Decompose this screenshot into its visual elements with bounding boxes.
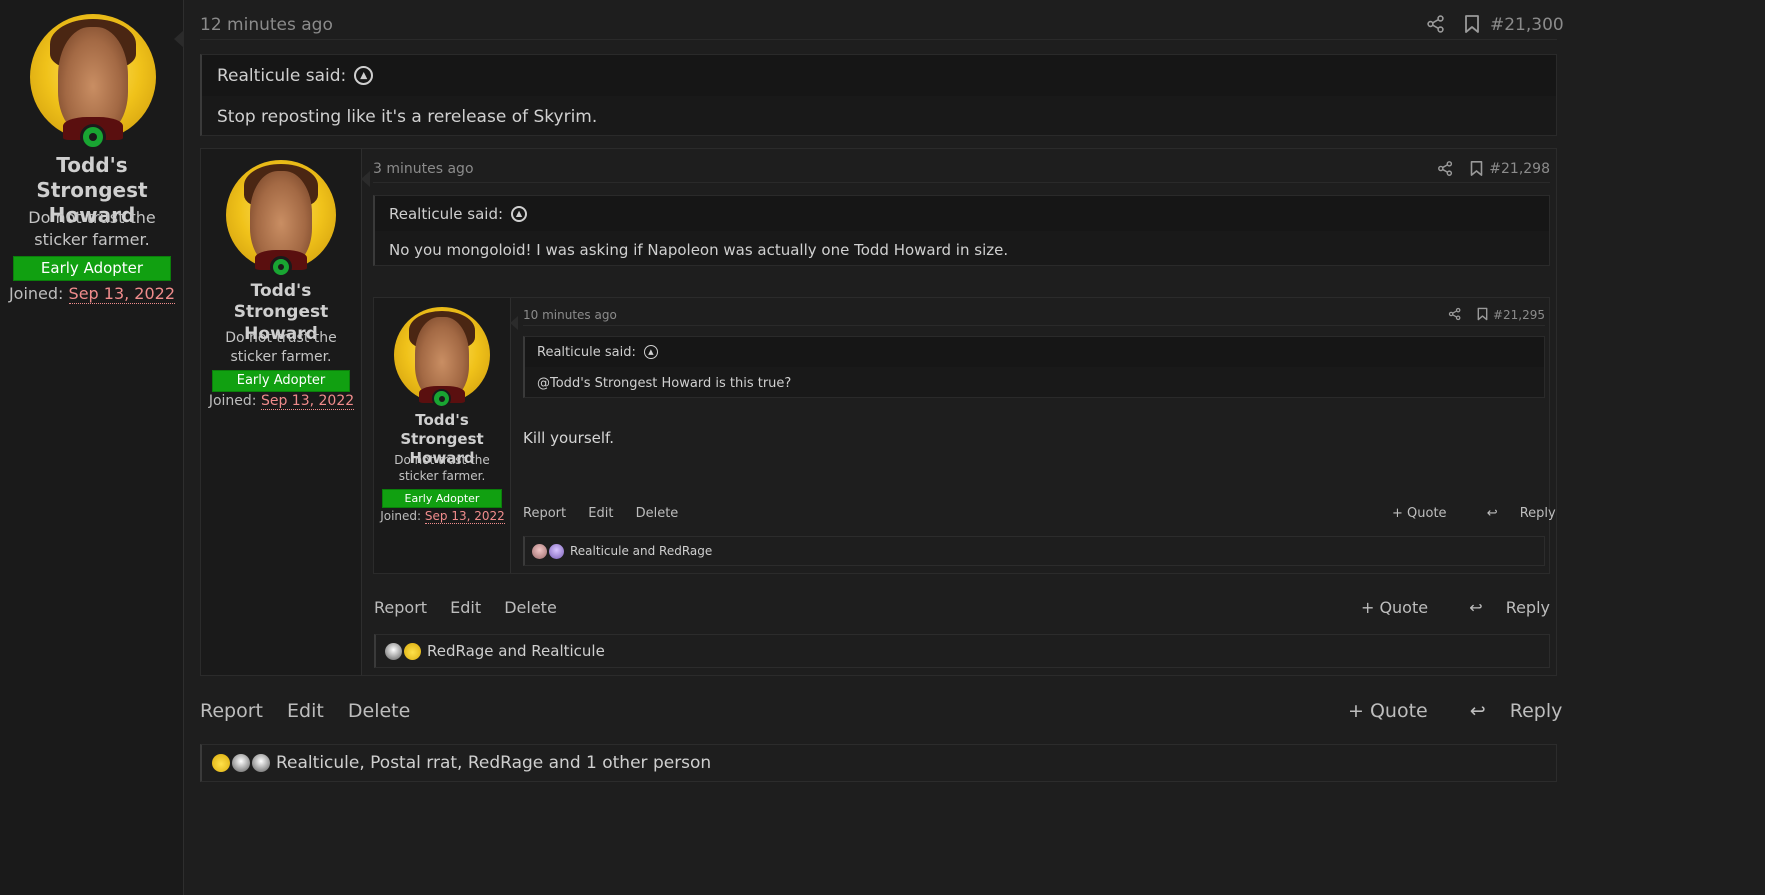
post-actions: Report Edit Delete xyxy=(200,700,428,722)
online-status-icon xyxy=(270,256,292,278)
user-sidebar: Todd's Strongest Howard Do not trust the… xyxy=(0,0,184,895)
quote-text: No you mongoloid! I was asking if Napole… xyxy=(389,241,1009,259)
post-number[interactable]: #21,295 xyxy=(1489,308,1545,322)
edit-button[interactable]: Edit xyxy=(450,598,481,617)
delete-button[interactable]: Delete xyxy=(504,598,557,617)
user-title: Do not trust the sticker farmer. xyxy=(225,330,337,365)
post-divider xyxy=(523,325,1545,326)
post-time[interactable]: 10 minutes ago xyxy=(523,308,617,322)
sidebar-pointer xyxy=(510,316,518,330)
user-sidebar: Todd's Strongest Howard Do not trust the… xyxy=(374,298,511,573)
quote-author[interactable]: Realticule said: xyxy=(537,345,636,360)
reactions-bar[interactable]: RedRage and Realticule xyxy=(374,634,1550,668)
quote-text: @Todd's Strongest Howard is this true? xyxy=(537,376,792,391)
online-status-icon xyxy=(80,124,106,150)
delete-button[interactable]: Delete xyxy=(348,700,410,722)
bookmark-icon[interactable] xyxy=(1469,160,1484,177)
post-message: Kill yourself. xyxy=(523,429,615,447)
quote-author[interactable]: Realticule said: xyxy=(389,205,503,223)
joined-date[interactable]: Sep 13, 2022 xyxy=(68,284,176,304)
reply-button[interactable]: ↩ Reply xyxy=(1451,598,1550,617)
reactions-text[interactable]: Realticule, Postal rrat, RedRage and 1 o… xyxy=(276,753,711,773)
bookmark-icon[interactable] xyxy=(1476,307,1489,321)
user-badge: Early Adopter xyxy=(13,256,171,281)
reaction-avatar-icon xyxy=(252,754,270,772)
post-header-tools xyxy=(1431,158,1491,180)
reaction-avatar-icon xyxy=(212,754,230,772)
edit-button[interactable]: Edit xyxy=(287,700,324,722)
reaction-avatar-icon xyxy=(532,543,547,559)
quote-block: Realticule said: ▲ @Todd's Strongest How… xyxy=(523,336,1545,398)
user-sidebar: Todd's Strongest Howard Do not trust the… xyxy=(201,149,362,675)
reactions-text[interactable]: Realticule and RedRage xyxy=(570,544,712,558)
share-icon[interactable] xyxy=(1437,160,1454,177)
embedded-post: Todd's Strongest Howard Do not trust the… xyxy=(200,148,1557,676)
report-button[interactable]: Report xyxy=(200,700,263,722)
post-actions: Report Edit Delete xyxy=(374,598,575,617)
reactions-bar[interactable]: Realticule, Postal rrat, RedRage and 1 o… xyxy=(200,744,1557,782)
reactions-text[interactable]: RedRage and Realticule xyxy=(427,642,605,660)
bookmark-icon[interactable] xyxy=(1463,14,1481,34)
reply-arrow-icon: ↩ xyxy=(1469,700,1486,722)
joined-date[interactable]: Sep 13, 2022 xyxy=(424,509,505,524)
avatar[interactable] xyxy=(394,307,490,408)
reaction-avatar-icon xyxy=(549,543,564,559)
quote-text: Stop reposting like it's a rerelease of … xyxy=(217,107,598,127)
sidebar-pointer xyxy=(174,30,184,48)
reply-button[interactable]: ↩ Reply xyxy=(1469,506,1556,521)
post-time[interactable]: 3 minutes ago xyxy=(373,161,474,177)
post-actions: Report Edit Delete xyxy=(523,506,696,521)
delete-button[interactable]: Delete xyxy=(636,506,679,521)
reply-button[interactable]: ↩ Reply xyxy=(1452,700,1563,722)
post-divider xyxy=(200,39,1557,40)
avatar[interactable] xyxy=(30,14,156,150)
post-reply-actions: + Quote ↩ Reply xyxy=(1330,700,1562,722)
post-divider xyxy=(373,182,1550,183)
reaction-avatar-icon xyxy=(232,754,250,772)
reply-arrow-icon: ↩ xyxy=(1469,598,1483,617)
quote-button[interactable]: + Quote xyxy=(1392,506,1447,521)
arrow-up-circle-icon[interactable]: ▲ xyxy=(643,345,658,359)
report-button[interactable]: Report xyxy=(523,506,566,521)
quote-block: Realticule said: ▲ Stop reposting like i… xyxy=(200,54,1557,136)
quote-button[interactable]: + Quote xyxy=(1361,598,1428,617)
reply-arrow-icon: ↩ xyxy=(1486,506,1498,521)
reactions-bar[interactable]: Realticule and RedRage xyxy=(523,536,1545,566)
joined-info: Joined: Sep 13, 2022 xyxy=(8,284,176,304)
post-reply-actions: + Quote ↩ Reply xyxy=(1341,598,1550,617)
reaction-avatar-icon xyxy=(404,642,421,660)
joined-info: Joined: Sep 13, 2022 xyxy=(380,509,505,524)
share-icon[interactable] xyxy=(1426,14,1446,34)
embedded-post: Todd's Strongest Howard Do not trust the… xyxy=(373,297,1556,574)
quote-button[interactable]: + Quote xyxy=(1348,700,1428,722)
user-badge: Early Adopter xyxy=(212,370,350,392)
share-icon[interactable] xyxy=(1448,307,1462,321)
user-title: Do not trust the sticker farmer. xyxy=(394,453,490,484)
user-badge: Early Adopter xyxy=(382,489,502,508)
report-button[interactable]: Report xyxy=(374,598,427,617)
post-reply-actions: + Quote ↩ Reply xyxy=(1374,506,1556,521)
reaction-avatar-icon xyxy=(385,642,402,660)
joined-info: Joined: Sep 13, 2022 xyxy=(208,393,355,410)
post-number[interactable]: #21,300 xyxy=(1490,15,1564,35)
quote-block: Realticule said: ▲ No you mongoloid! I w… xyxy=(373,195,1550,266)
avatar[interactable] xyxy=(226,160,336,278)
arrow-up-circle-icon[interactable]: ▲ xyxy=(511,205,528,222)
quote-author[interactable]: Realticule said: xyxy=(217,66,346,86)
user-title: Do not trust the sticker farmer. xyxy=(28,208,156,249)
sidebar-pointer xyxy=(361,171,370,187)
arrow-up-circle-icon[interactable]: ▲ xyxy=(354,66,374,85)
online-status-icon xyxy=(432,389,451,408)
post-time[interactable]: 12 minutes ago xyxy=(200,15,333,35)
post-number[interactable]: #21,298 xyxy=(1486,161,1550,177)
edit-button[interactable]: Edit xyxy=(588,506,613,521)
joined-date[interactable]: Sep 13, 2022 xyxy=(260,393,355,410)
